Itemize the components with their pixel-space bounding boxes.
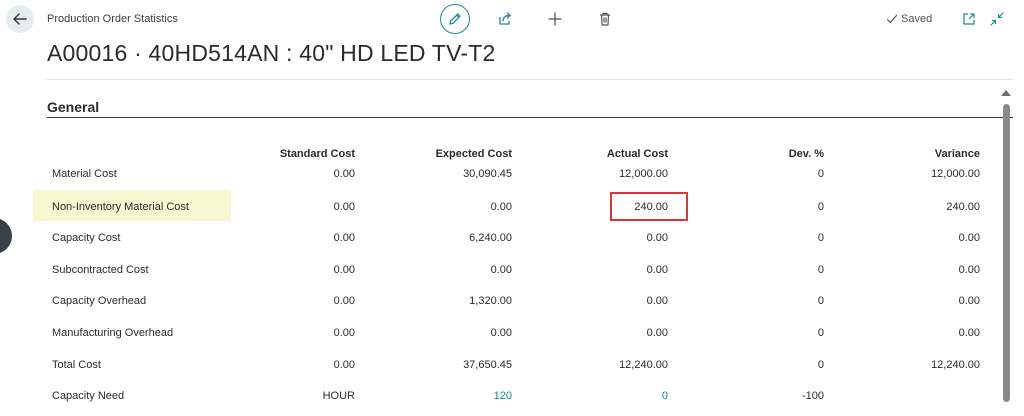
collapse-icon	[990, 12, 1004, 26]
cell-expected-cost: 0.00	[490, 201, 512, 213]
edit-button[interactable]	[440, 4, 470, 34]
cell-standard-cost: 0.00	[333, 327, 355, 339]
row-label-total-cost: Total Cost	[52, 359, 101, 371]
row-label-capacity-cost: Capacity Cost	[52, 232, 121, 244]
cell-expected-cost: 0.00	[490, 264, 512, 276]
pencil-icon	[449, 13, 461, 25]
cell-standard-cost: 0.00	[333, 232, 355, 244]
cell-dev-percent: 0	[817, 264, 824, 276]
share-button[interactable]	[495, 9, 515, 29]
cell-variance: 0.00	[958, 264, 980, 276]
cell-standard-cost: 0.00	[333, 295, 355, 307]
row-label-capacity-overhead: Capacity Overhead	[52, 295, 147, 307]
column-header-actual-cost: Actual Cost	[606, 148, 668, 160]
cell-standard-cost: 0.00	[333, 168, 355, 180]
scroll-up-arrow-icon[interactable]	[1001, 90, 1011, 96]
delete-button[interactable]	[595, 9, 615, 29]
cell-expected-cost: 0.00	[490, 327, 512, 339]
column-header-standard-cost: Standard Cost	[279, 148, 355, 160]
cell-actual-cost: 0.00	[646, 264, 668, 276]
new-button[interactable]	[545, 9, 565, 29]
cell-dev-percent: 0	[817, 201, 824, 213]
row-label-manufacturing-overhead: Manufacturing Overhead	[52, 327, 174, 339]
row-label-subcontracted-cost: Subcontracted Cost	[52, 264, 149, 276]
cell-expected-cost: 30,090.45	[463, 168, 512, 180]
cell-dev-percent: -100	[801, 390, 824, 402]
column-header-expected-cost: Expected Cost	[435, 148, 512, 160]
cell-variance: 12,240.00	[931, 359, 980, 371]
cell-expected-cost: 6,240.00	[469, 232, 512, 244]
open-in-new-window-icon	[963, 13, 975, 25]
cell-standard-cost: 0.00	[333, 359, 355, 371]
cell-dev-percent: 0	[817, 359, 824, 371]
cell-variance: 0.00	[958, 295, 980, 307]
cell-dev-percent: 0	[817, 295, 824, 307]
cell-expected-cost: 37,650.45	[463, 359, 512, 371]
title-divider	[47, 79, 1013, 80]
page-title: A00016 · 40HD514AN : 40" HD LED TV-T2	[47, 40, 496, 66]
column-header-dev-percent: Dev. %	[788, 148, 824, 160]
side-panel-handle[interactable]	[0, 218, 12, 254]
cell-variance: 240.00	[946, 201, 980, 213]
arrow-left-icon	[13, 13, 27, 25]
cell-actual-cost-link[interactable]: 0	[558, 390, 668, 402]
share-icon	[499, 12, 511, 25]
cell-variance: 0.00	[958, 232, 980, 244]
plus-icon	[548, 12, 562, 26]
cell-variance: 12,000.00	[931, 168, 980, 180]
cell-dev-percent: 0	[817, 168, 824, 180]
cell-standard-cost: 0.00	[333, 264, 355, 276]
collapse-button[interactable]	[988, 10, 1006, 28]
scroll-thumb[interactable]	[1003, 104, 1010, 402]
row-label-capacity-need: Capacity Need	[52, 390, 125, 402]
cell-standard-cost: HOUR	[322, 390, 355, 402]
cell-actual-cost: 0.00	[646, 232, 668, 244]
checkmark-icon	[886, 14, 898, 24]
cell-dev-percent: 0	[817, 232, 824, 244]
column-header-variance: Variance	[934, 148, 980, 160]
breadcrumb: Production Order Statistics	[47, 13, 178, 25]
highlight-box	[610, 192, 688, 221]
cell-actual-cost: 0.00	[646, 327, 668, 339]
back-button[interactable]	[6, 5, 34, 33]
row-label-material-cost: Material Cost	[52, 168, 117, 180]
cell-expected-cost-link[interactable]: 120	[402, 390, 512, 402]
trash-icon	[600, 12, 610, 26]
saved-label: Saved	[901, 13, 933, 25]
cell-dev-percent: 0	[817, 327, 824, 339]
section-divider	[47, 117, 1013, 118]
cell-actual-cost: 12,000.00	[619, 168, 668, 180]
cell-standard-cost: 0.00	[333, 201, 355, 213]
row-label-non-inventory-material-cost: Non-Inventory Material Cost	[52, 201, 189, 213]
saved-status: Saved	[886, 13, 932, 25]
cell-actual-cost: 0.00	[646, 295, 668, 307]
cell-expected-cost: 1,320.00	[469, 295, 512, 307]
cell-actual-cost: 12,240.00	[619, 359, 668, 371]
section-title-general[interactable]: General	[47, 99, 99, 115]
open-in-new-window-button[interactable]	[960, 10, 978, 28]
cell-variance: 0.00	[958, 327, 980, 339]
